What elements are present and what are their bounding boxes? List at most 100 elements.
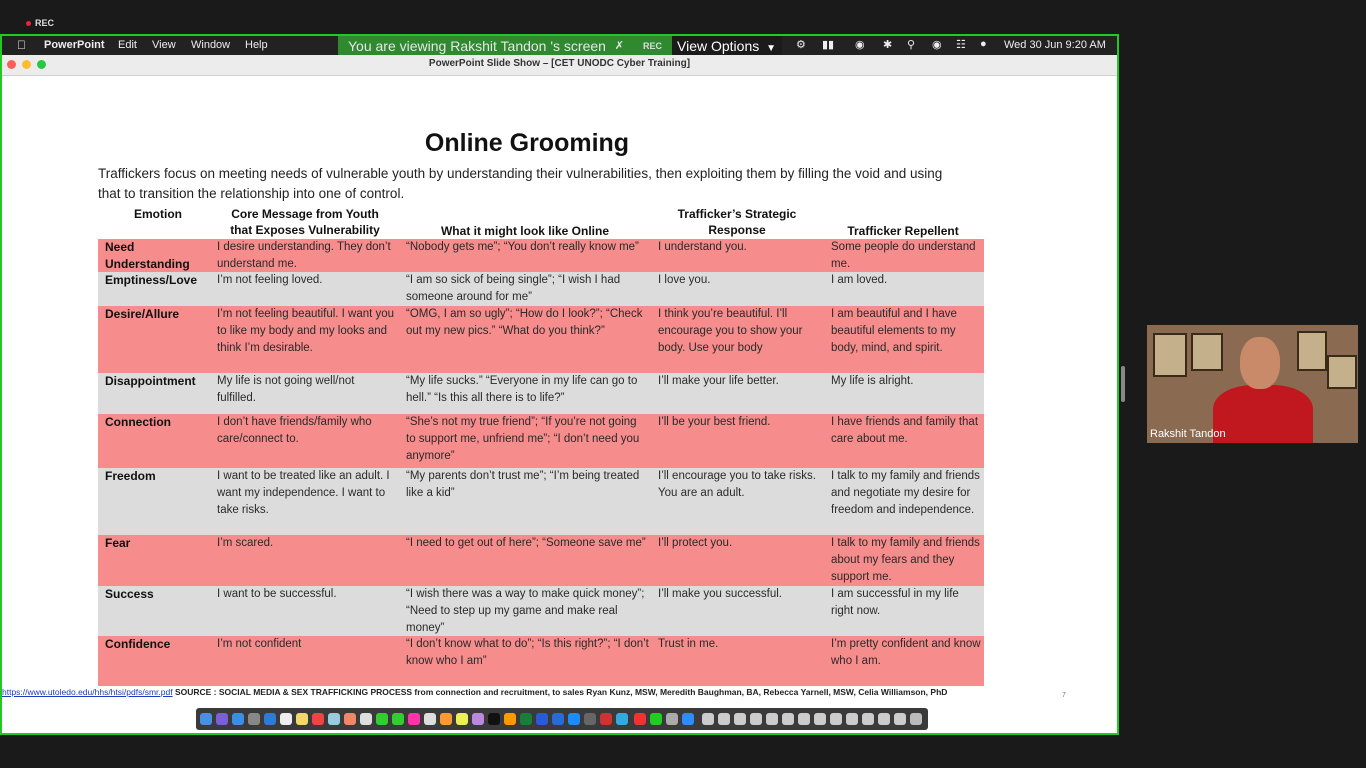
document-icon[interactable] [798, 713, 810, 725]
siri-dock-icon[interactable] [216, 713, 228, 725]
launchpad-icon[interactable] [248, 713, 260, 725]
photos-icon[interactable] [328, 713, 340, 725]
screen-record-icon[interactable]: ◉ [932, 38, 942, 51]
app-icon[interactable] [424, 713, 436, 725]
grooming-table: Need Understanding I desire understandin… [98, 239, 984, 686]
repellent-cell: My life is alright. [831, 375, 914, 387]
participant-video[interactable]: Rakshit Tandon [1147, 325, 1358, 443]
menu-edit[interactable]: Edit [118, 39, 137, 51]
siri-icon[interactable]: ● [980, 38, 987, 50]
document-icon[interactable] [830, 713, 842, 725]
control-center-icon[interactable]: ☷ [956, 38, 966, 51]
document-icon[interactable] [782, 713, 794, 725]
wall-frame [1297, 331, 1327, 371]
app-icon[interactable] [616, 713, 628, 725]
emotion-cell: Confidence [105, 637, 171, 651]
header-core-message: Core Message from Youth that Exposes Vul… [230, 207, 380, 237]
repellent-cell: Some people do understand me. [831, 241, 976, 270]
app-icon[interactable] [634, 713, 646, 725]
menu-app-name[interactable]: PowerPoint [44, 39, 105, 51]
response-cell: I’ll protect you. [658, 537, 733, 549]
calendar-icon[interactable] [280, 713, 292, 725]
source-text: SOURCE : SOCIAL MEDIA & SEX TRAFFICKING … [174, 687, 948, 697]
safari-icon[interactable] [232, 713, 244, 725]
chrome-icon[interactable] [312, 713, 324, 725]
online-cell: “She’s not my true friend”; “If you’re n… [406, 416, 640, 462]
mac-dock [196, 708, 928, 730]
wall-frame [1153, 333, 1187, 377]
app-icon[interactable] [456, 713, 468, 725]
page-number: 7 [1062, 692, 1066, 699]
document-icon[interactable] [894, 713, 906, 725]
rec-dot-icon [26, 21, 31, 27]
emotion-cell: Desire/Allure [105, 307, 180, 321]
menu-help[interactable]: Help [245, 39, 268, 51]
facetime-icon[interactable] [392, 713, 404, 725]
table-row: Fear I’m scared. “I need to get out of h… [98, 535, 984, 586]
notes-icon[interactable] [296, 713, 308, 725]
document-icon[interactable] [702, 713, 714, 725]
document-icon[interactable] [862, 713, 874, 725]
document-icon[interactable] [734, 713, 746, 725]
response-cell: Trust in me. [658, 638, 719, 650]
viewing-banner-text: You are viewing Rakshit Tandon 's screen [348, 38, 606, 54]
tools-icon[interactable]: ⚙ [796, 38, 806, 51]
trash-icon[interactable] [910, 713, 922, 725]
document-icon[interactable] [878, 713, 890, 725]
search-icon[interactable]: ⚲ [907, 38, 915, 51]
core-cell: I want to be treated like an adult. I wa… [217, 470, 390, 516]
excel-icon[interactable] [520, 713, 532, 725]
mail-icon[interactable] [264, 713, 276, 725]
menu-window[interactable]: Window [191, 39, 230, 51]
core-cell: My life is not going well/not fulfilled. [217, 375, 355, 404]
app-icon[interactable] [666, 713, 678, 725]
word-icon[interactable] [536, 713, 548, 725]
app-icon[interactable] [552, 713, 564, 725]
document-icon[interactable] [718, 713, 730, 725]
settings-icon[interactable] [584, 713, 596, 725]
participant-name: Rakshit Tandon [1150, 428, 1226, 440]
bluetooth-icon[interactable]: ✱ [883, 38, 892, 51]
table-row: Freedom I want to be treated like an adu… [98, 468, 984, 535]
emotion-cell: Fear [105, 536, 131, 550]
apple-icon[interactable]:  [17, 38, 26, 52]
powerpoint-icon[interactable] [600, 713, 612, 725]
wifi-icon[interactable]: ◉ [855, 38, 865, 51]
emotion-cell: Disappointment [105, 374, 196, 388]
tv-icon[interactable] [488, 713, 500, 725]
table-row: Emptiness/Love I’m not feeling loved. “I… [98, 272, 984, 306]
core-cell: I desire understanding. They don’t under… [217, 241, 391, 270]
online-cell: “Nobody gets me”; “You don’t really know… [406, 241, 639, 253]
finder-icon[interactable] [200, 713, 212, 725]
chevron-down-icon: ▼ [766, 43, 777, 54]
podcasts-icon[interactable] [472, 713, 484, 725]
view-options-button[interactable]: View Options ▼ [672, 36, 782, 56]
app-icon[interactable] [440, 713, 452, 725]
app-icon[interactable] [504, 713, 516, 725]
app-store-icon[interactable] [568, 713, 580, 725]
app-icon[interactable] [360, 713, 372, 725]
whatsapp-icon[interactable] [650, 713, 662, 725]
menu-view[interactable]: View [152, 39, 176, 51]
core-cell: I don’t have friends/family who care/con… [217, 416, 372, 445]
music-icon[interactable] [408, 713, 420, 725]
slide: Online Grooming Traffickers focus on mee… [2, 76, 1117, 706]
response-cell: I love you. [658, 274, 711, 286]
document-icon[interactable] [750, 713, 762, 725]
source-link[interactable]: https://www.utoledo.edu/hhs/htsi/pdfs/sm… [2, 687, 173, 697]
menubar-clock[interactable]: Wed 30 Jun 9:20 AM [1004, 39, 1106, 51]
online-cell: “I am so sick of being single”; “I wish … [406, 274, 621, 303]
messages-icon[interactable] [376, 713, 388, 725]
document-icon[interactable] [814, 713, 826, 725]
table-row: Success I want to be successful. “I wish… [98, 586, 984, 636]
wall-frame [1191, 333, 1223, 371]
zoom-icon[interactable] [682, 713, 694, 725]
document-icon[interactable] [846, 713, 858, 725]
table-row: Need Understanding I desire understandin… [98, 239, 984, 272]
app-icon[interactable] [344, 713, 356, 725]
battery-icon[interactable]: ▮▮ [822, 38, 834, 51]
panel-resize-handle[interactable] [1121, 366, 1125, 402]
document-icon[interactable] [766, 713, 778, 725]
zoom-rec-indicator: REC [26, 18, 54, 28]
window-title: PowerPoint Slide Show – [CET UNODC Cyber… [428, 58, 691, 69]
